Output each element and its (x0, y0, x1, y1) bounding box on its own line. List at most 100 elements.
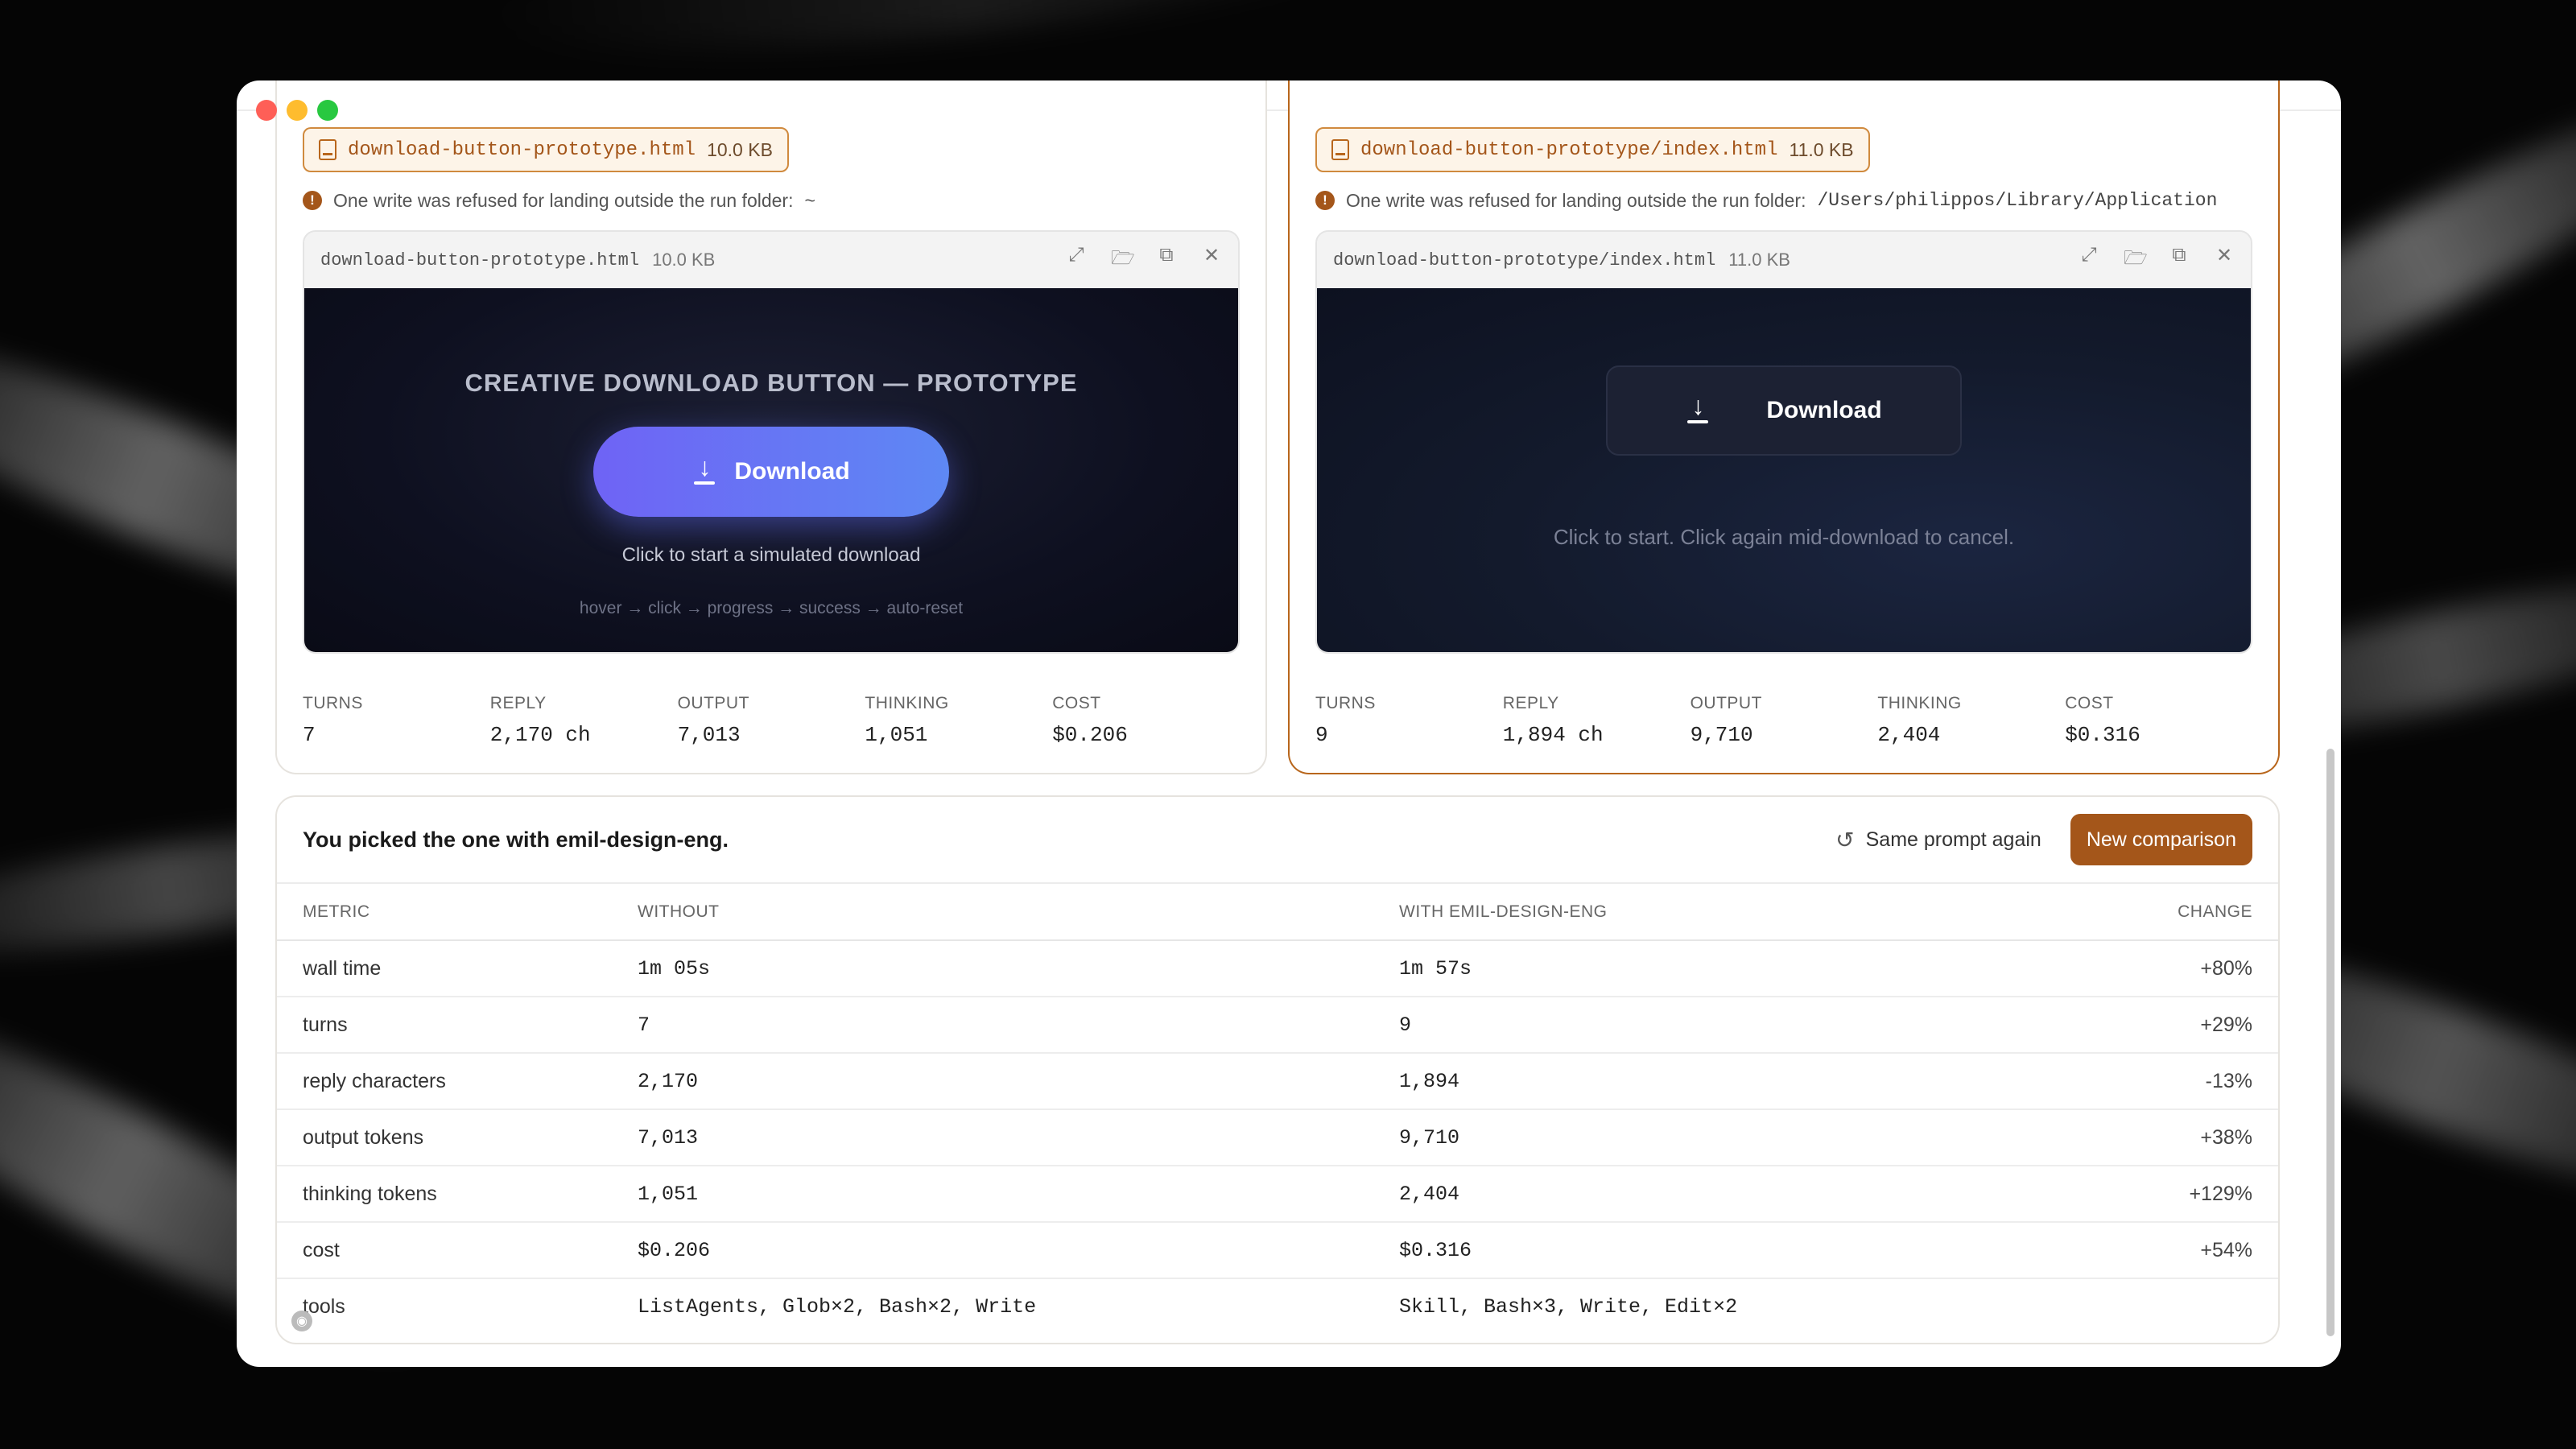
preview-file-name: download-button-prototype/index.html (1333, 250, 1716, 270)
preview-toolbar: download-button-prototype/index.html 11.… (1317, 232, 2251, 288)
stat-thinking: THINKING 1,051 (865, 694, 949, 747)
download-button[interactable]: Download (1606, 365, 1962, 456)
stat-reply: REPLY 2,170 ch (489, 694, 591, 747)
refresh-icon: ↺ (1835, 827, 1855, 852)
result-card-with[interactable]: download-button-prototype/index.html 11.… (1288, 80, 2280, 774)
stat-cost: COST $0.206 (1052, 694, 1128, 747)
with-cell: $0.316 (1399, 1222, 2077, 1279)
download-button-label: Download (1766, 397, 1882, 423)
with-cell: Skill, Bash×3, Write, Edit×2 (1399, 1295, 1738, 1319)
warning-path: ~ (804, 189, 815, 211)
minimize-window-button[interactable] (287, 100, 308, 121)
file-chip[interactable]: download-button-prototype.html 10.0 KB (303, 127, 789, 172)
without-cell: ListAgents, Glob×2, Bash×2, Write (638, 1295, 1037, 1319)
change-cell: +129% (2076, 1166, 2278, 1223)
file-preview: download-button-prototype.html 10.0 KB ⤢… (303, 230, 1240, 654)
stat-cost: COST $0.316 (2065, 694, 2140, 747)
change-cell: +38% (2076, 1109, 2278, 1166)
metric-cell: thinking tokens (277, 1166, 638, 1223)
scrollbar[interactable] (2326, 749, 2334, 1336)
close-icon[interactable]: ✕ (2214, 244, 2235, 277)
change-cell: +80% (2076, 940, 2278, 997)
without-cell: $0.206 (638, 1222, 1399, 1279)
stat-thinking: THINKING 2,404 (1877, 694, 1962, 747)
file-chip-name: download-button-prototype/index.html (1360, 138, 1778, 161)
file-chip-size: 10.0 KB (707, 138, 773, 160)
warning-path: /Users/philippos/Library/Application (1817, 190, 2218, 211)
table-row: reply characters 2,170 1,894 -13% (277, 1053, 2278, 1110)
results-title: You picked the one with emil-design-eng. (303, 827, 729, 852)
metric-cell: turns (277, 997, 638, 1054)
prototype-subtitle: Click to start. Click again mid-download… (1553, 525, 2015, 549)
preview-actions: ⤢ 🗁 ⧉ ✕ (1066, 244, 1222, 277)
warning-line: ! One write was refused for landing outs… (1315, 187, 2262, 214)
stat-turns: TURNS 9 (1315, 694, 1376, 747)
result-card-without[interactable]: download-button-prototype.html 10.0 KB !… (275, 80, 1267, 774)
results-header: You picked the one with emil-design-eng.… (277, 797, 2278, 884)
preview-file-size: 11.0 KB (1728, 250, 1790, 270)
metrics-table: METRIC WITHOUT WITH EMIL-DESIGN-ENG CHAN… (277, 884, 2278, 1335)
change-cell (2077, 1278, 2278, 1335)
prototype-flow: hover → click → progress → success → aut… (579, 599, 964, 617)
file-chip-size: 11.0 KB (1789, 138, 1854, 160)
file-chip-name: download-button-prototype.html (348, 138, 696, 161)
same-prompt-label: Same prompt again (1865, 828, 2041, 851)
table-row: output tokens 7,013 9,710 +38% (277, 1109, 2278, 1166)
run-stats: TURNS 7 REPLY 2,170 ch OUTPUT 7,013 THINKIN… (303, 694, 1240, 747)
with-cell: 1,894 (1399, 1053, 2077, 1110)
without-cell: 2,170 (638, 1053, 1399, 1110)
close-icon[interactable]: ✕ (1201, 244, 1222, 277)
table-row: turns 7 9 +29% (277, 997, 2278, 1054)
with-cell: 9,710 (1399, 1109, 2077, 1166)
with-cell: 9 (1399, 997, 2077, 1054)
stat-reply: REPLY 1,894 ch (1502, 694, 1604, 747)
download-button[interactable]: Download (593, 427, 949, 517)
change-cell: +29% (2076, 997, 2278, 1054)
change-cell: +54% (2076, 1222, 2278, 1279)
column-header-with: WITH EMIL-DESIGN-ENG (1399, 884, 2077, 941)
run-stats: TURNS 9 REPLY 1,894 ch OUTPUT 9,710 THINKIN… (1315, 694, 2252, 747)
expand-icon[interactable]: ⤢ (1066, 244, 1087, 277)
table-row: cost $0.206 $0.316 +54% (277, 1222, 2278, 1279)
window-controls (256, 100, 338, 121)
warning-line: ! One write was refused for landing outs… (303, 187, 1249, 214)
change-cell: -13% (2076, 1053, 2278, 1110)
open-external-icon[interactable]: ⧉ (1156, 244, 1177, 277)
stat-output: OUTPUT 9,710 (1690, 694, 1762, 747)
preview-file-size: 10.0 KB (652, 250, 716, 270)
preview-canvas: Download Click to start. Click again mid… (1317, 288, 2251, 652)
download-button-label: Download (734, 458, 850, 485)
warning-text: One write was refused for landing outsid… (1346, 189, 1806, 211)
file-chip[interactable]: download-button-prototype/index.html 11.… (1315, 127, 1870, 172)
prototype-title: CREATIVE DOWNLOAD BUTTON — PROTOTYPE (464, 369, 1078, 397)
preview-canvas: CREATIVE DOWNLOAD BUTTON — PROTOTYPE Dow… (304, 288, 1238, 652)
close-window-button[interactable] (256, 100, 277, 121)
folder-icon[interactable]: 🗁 (1111, 244, 1135, 277)
with-cell: 2,404 (1399, 1166, 2077, 1223)
warning-icon: ! (303, 191, 322, 210)
without-cell: 1,051 (638, 1166, 1399, 1223)
file-preview: download-button-prototype/index.html 11.… (1315, 230, 2252, 654)
column-header-change: CHANGE (2076, 884, 2278, 941)
preview-toolbar: download-button-prototype.html 10.0 KB ⤢… (304, 232, 1238, 288)
same-prompt-button[interactable]: ↺ Same prompt again (1835, 827, 2041, 853)
html-file-icon (319, 139, 336, 160)
stat-output: OUTPUT 7,013 (677, 694, 749, 747)
expand-icon[interactable]: ⤢ (2079, 244, 2099, 277)
stat-turns: TURNS 7 (303, 694, 363, 747)
without-cell: 1m 05s (638, 940, 1399, 997)
with-cell: 1m 57s (1399, 940, 2077, 997)
warning-icon: ! (1315, 191, 1335, 210)
preview-actions: ⤢ 🗁 ⧉ ✕ (2079, 244, 2235, 277)
metric-cell: reply characters (277, 1053, 638, 1110)
metric-cell: cost (277, 1222, 638, 1279)
new-comparison-button[interactable]: New comparison (2070, 814, 2252, 865)
app-logo-icon: ◉ (291, 1311, 312, 1331)
column-header-metric: METRIC (277, 884, 638, 941)
results-actions: ↺ Same prompt again New comparison (1835, 814, 2252, 865)
folder-icon[interactable]: 🗁 (2124, 244, 2148, 277)
zoom-window-button[interactable] (317, 100, 338, 121)
warning-text: One write was refused for landing outsid… (333, 189, 794, 211)
open-external-icon[interactable]: ⧉ (2169, 244, 2190, 277)
column-header-without: WITHOUT (638, 884, 1399, 941)
